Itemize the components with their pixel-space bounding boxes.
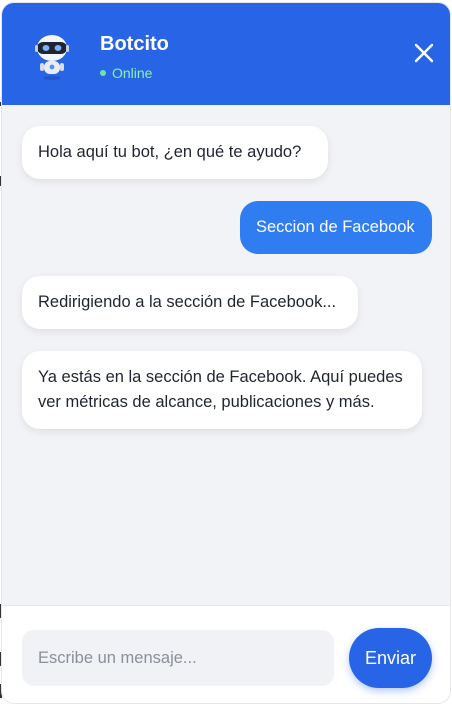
message-list[interactable]: Hola aquí tu bot, ¿en qué te ayudo? Secc… (2, 105, 450, 605)
chat-header: Botcito Online (2, 3, 450, 105)
input-bar: Enviar (2, 605, 450, 703)
close-icon (414, 43, 434, 63)
close-button[interactable] (412, 41, 436, 65)
bot-message: Hola aquí tu bot, ¿en qué te ayudo? (22, 126, 328, 179)
bot-name: Botcito (100, 33, 169, 55)
status-dot-icon (100, 70, 106, 76)
send-button[interactable]: Enviar (349, 628, 432, 688)
status-text: Online (112, 65, 153, 81)
bot-message: Ya estás en la sección de Facebook. Aquí… (22, 351, 422, 429)
user-message: Seccion de Facebook (240, 201, 432, 254)
message-input[interactable] (22, 630, 334, 686)
chat-window: Botcito Online Hola aquí tu bot, ¿en qué… (2, 3, 450, 703)
robot-icon (30, 31, 74, 81)
status-indicator: Online (100, 65, 152, 81)
bot-message: Redirigiendo a la sección de Facebook... (22, 276, 358, 329)
